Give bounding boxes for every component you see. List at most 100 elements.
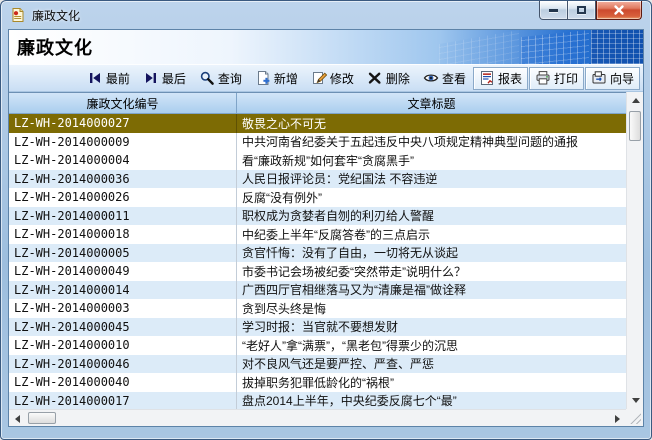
cell-title: 敬畏之心不可无 — [237, 114, 626, 133]
close-icon — [613, 4, 625, 16]
building-graphic — [521, 30, 589, 64]
cell-id: LZ-WH-2014000009 — [9, 133, 237, 152]
column-header-id[interactable]: 廉政文化编号 — [9, 93, 237, 113]
horizontal-scroll-thumb[interactable] — [28, 412, 56, 424]
horizontal-scrollbar[interactable] — [9, 409, 626, 426]
resize-grip[interactable] — [630, 413, 641, 424]
delete-icon — [367, 70, 383, 86]
toolbar-button-view[interactable]: 查看 — [417, 67, 472, 90]
report-icon — [479, 70, 495, 86]
page-title: 廉政文化 — [17, 34, 93, 60]
arrow-down-icon — [632, 398, 640, 403]
toolbar-button-label: 查看 — [442, 70, 466, 87]
cell-id: LZ-WH-2014000018 — [9, 225, 237, 244]
table-row[interactable]: LZ-WH-2014000040 拔掉职务犯罪低龄化的“祸根” — [9, 373, 626, 392]
table-row[interactable]: LZ-WH-2014000036 人民日报评论员：党纪国法 不容违逆 — [9, 170, 626, 189]
toolbar: 最前 最后 查询 新增 修改 删除 查看 报表 打印 向导 — [9, 64, 643, 92]
cell-title: 对不良风气还是要严控、严查、严惩 — [237, 355, 626, 374]
cell-title: 中共河南省纪委关于五起违反中央八项规定精神典型问题的通报 — [237, 133, 626, 152]
cell-id: LZ-WH-2014000010 — [9, 336, 237, 355]
cell-title: 市委书记会场被纪委“突然带走”说明什么？ — [237, 262, 626, 281]
cell-title: 人民日报评论员：党纪国法 不容违逆 — [237, 170, 626, 189]
table-row[interactable]: LZ-WH-2014000049 市委书记会场被纪委“突然带走”说明什么？ — [9, 262, 626, 281]
maximize-icon — [577, 6, 586, 14]
vertical-scroll-thumb[interactable] — [629, 111, 641, 141]
cell-title: 看“廉政新规”如何套牢“贪腐黑手” — [237, 151, 626, 170]
cell-id: LZ-WH-2014000045 — [9, 318, 237, 337]
table-row[interactable]: LZ-WH-2014000046 对不良风气还是要严控、严查、严惩 — [9, 355, 626, 374]
view-icon — [423, 70, 439, 86]
cell-title: 广西四厅官相继落马又为“清廉是福”做诠释 — [237, 281, 626, 300]
add-icon — [255, 70, 271, 86]
scroll-up-button[interactable] — [627, 92, 643, 109]
window-title: 廉政文化 — [32, 7, 80, 24]
document-icon — [10, 7, 26, 23]
close-button[interactable] — [596, 1, 642, 20]
cell-id: LZ-WH-2014000005 — [9, 244, 237, 263]
toolbar-button-add[interactable]: 新增 — [249, 67, 304, 90]
header-banner: 廉政文化 — [9, 30, 643, 64]
cell-title: 中纪委上半年“反腐答卷”的三点启示 — [237, 225, 626, 244]
table-row[interactable]: LZ-WH-2014000026 反腐“没有例外” — [9, 188, 626, 207]
toolbar-button-label: 查询 — [218, 70, 242, 87]
table-row[interactable]: LZ-WH-2014000005 贪官忏悔：没有了自由，一切将无从谈起 — [9, 244, 626, 263]
last-icon — [143, 70, 159, 86]
cell-title: 反腐“没有例外” — [237, 188, 626, 207]
column-header-title[interactable]: 文章标题 — [237, 93, 626, 113]
cell-id: LZ-WH-2014000011 — [9, 207, 237, 226]
toolbar-button-modify[interactable]: 修改 — [305, 67, 360, 90]
data-grid: 廉政文化编号 文章标题 LZ-WH-2014000027 敬畏之心不可无 LZ-… — [9, 92, 626, 409]
toolbar-button-query[interactable]: 查询 — [193, 67, 248, 90]
table-row[interactable]: LZ-WH-2014000004 看“廉政新规”如何套牢“贪腐黑手” — [9, 151, 626, 170]
toolbar-button-label: 最前 — [106, 70, 130, 87]
cell-title: 贪到尽头终是悔 — [237, 299, 626, 318]
toolbar-button-label: 报表 — [498, 70, 522, 87]
table-row[interactable]: LZ-WH-2014000011 职权成为贪婪者自刎的利刃给人警醒 — [9, 207, 626, 226]
table-row[interactable]: LZ-WH-2014000045 学习时报：当官就不要想发财 — [9, 318, 626, 337]
table-row[interactable]: LZ-WH-2014000014 广西四厅官相继落马又为“清廉是福”做诠释 — [9, 281, 626, 300]
scroll-right-button[interactable] — [609, 410, 626, 426]
cell-id: LZ-WH-2014000004 — [9, 151, 237, 170]
toolbar-button-delete[interactable]: 删除 — [361, 67, 416, 90]
table-row[interactable]: LZ-WH-2014000018 中纪委上半年“反腐答卷”的三点启示 — [9, 225, 626, 244]
cell-id: LZ-WH-2014000026 — [9, 188, 237, 207]
minimize-button[interactable] — [539, 1, 568, 20]
cell-title: 拔掉职务犯罪低龄化的“祸根” — [237, 373, 626, 392]
cell-title: 贪官忏悔：没有了自由，一切将无从谈起 — [237, 244, 626, 263]
table-row[interactable]: LZ-WH-2014000009 中共河南省纪委关于五起违反中央八项规定精神典型… — [9, 133, 626, 152]
window-controls — [539, 1, 642, 20]
table-row[interactable]: LZ-WH-2014000017 盘点2014上半年，中央纪委反腐七个“最” — [9, 392, 626, 410]
arrow-left-icon — [15, 415, 20, 423]
print-icon — [535, 70, 551, 86]
scroll-down-button[interactable] — [627, 392, 643, 409]
table-row[interactable]: LZ-WH-2014000027 敬畏之心不可无 — [9, 114, 626, 133]
scrollbar-corner — [626, 409, 643, 426]
vertical-scrollbar[interactable] — [626, 92, 643, 409]
cell-id: LZ-WH-2014000014 — [9, 281, 237, 300]
toolbar-button-label: 最后 — [162, 70, 186, 87]
toolbar-button-print[interactable]: 打印 — [529, 67, 584, 90]
toolbar-button-report[interactable]: 报表 — [473, 67, 528, 90]
toolbar-button-wizard[interactable]: 向导 — [585, 67, 640, 90]
app-window: 廉政文化 廉政文化 最前 最后 查询 新增 修改 删除 — [0, 0, 652, 440]
toolbar-button-label: 向导 — [610, 70, 634, 87]
table-row[interactable]: LZ-WH-2014000003 贪到尽头终是悔 — [9, 299, 626, 318]
building-graphic — [591, 30, 643, 64]
scroll-left-button[interactable] — [9, 410, 26, 426]
query-icon — [199, 70, 215, 86]
table-row[interactable]: LZ-WH-2014000010 “老好人”拿“满票”，“黑老包”得票少的沉思 — [9, 336, 626, 355]
toolbar-button-last[interactable]: 最后 — [137, 67, 192, 90]
maximize-button[interactable] — [568, 1, 596, 20]
client-area: 廉政文化 最前 最后 查询 新增 修改 删除 查看 报表 打印 向导 — [8, 29, 644, 427]
wizard-icon — [591, 70, 607, 86]
toolbar-button-label: 新增 — [274, 70, 298, 87]
toolbar-button-first[interactable]: 最前 — [81, 67, 136, 90]
cell-title: 职权成为贪婪者自刎的利刃给人警醒 — [237, 207, 626, 226]
toolbar-button-label: 删除 — [386, 70, 410, 87]
arrow-right-icon — [615, 415, 620, 423]
first-icon — [87, 70, 103, 86]
building-graphic — [439, 30, 519, 64]
cell-id: LZ-WH-2014000027 — [9, 114, 237, 133]
table-body: LZ-WH-2014000027 敬畏之心不可无 LZ-WH-201400000… — [9, 114, 626, 409]
toolbar-button-label: 打印 — [554, 70, 578, 87]
